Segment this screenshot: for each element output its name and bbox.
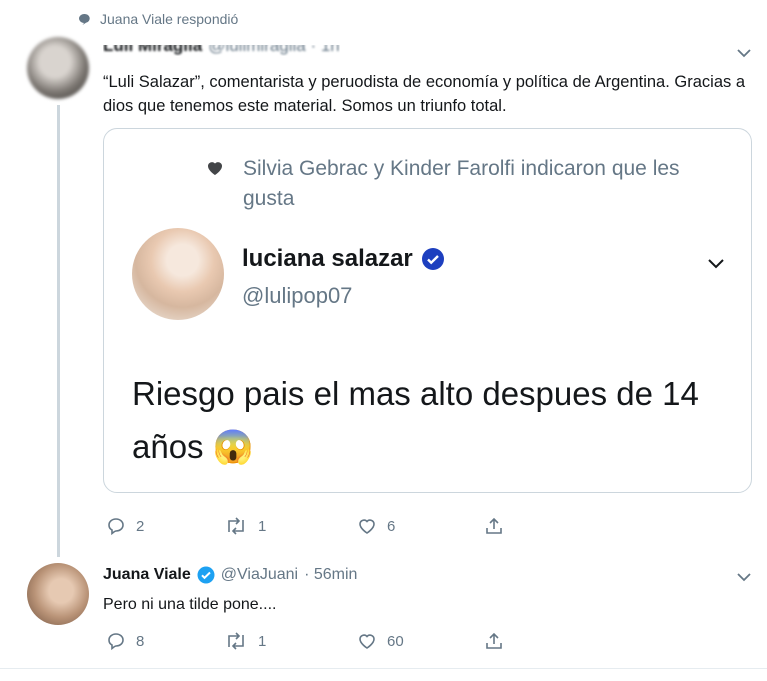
like-button[interactable]: 6 (357, 516, 484, 536)
tweet-time[interactable]: · 56min (304, 566, 357, 584)
quoted-avatar[interactable] (132, 228, 224, 320)
quoted-author: luciana salazar (242, 245, 445, 273)
author-name[interactable]: Juana Viale (103, 566, 191, 584)
heart-outline-icon (357, 631, 377, 651)
heart-outline-icon (357, 516, 377, 536)
author-name[interactable]: Luli Miraglia (103, 45, 202, 55)
share-icon (484, 516, 504, 536)
avatar[interactable] (27, 37, 89, 99)
tweet-header: Juana Viale @ViaJuani · 56min (103, 566, 357, 584)
reply-context: Juana Viale respondió (78, 11, 238, 27)
quoted-author-name[interactable]: luciana salazar (242, 245, 413, 273)
like-button[interactable]: 60 (357, 631, 484, 651)
quoted-tweet-text: Riesgo pais el mas alto despues de 14 añ… (132, 367, 722, 473)
tweet-actions: 8 1 60 (106, 631, 504, 651)
liked-by-text: Silvia Gebrac y Kinder Farolfi indicaron… (243, 157, 680, 210)
reply-context-text: Juana Viale respondió (100, 11, 239, 27)
share-button[interactable] (484, 516, 504, 536)
retweet-count: 1 (258, 517, 267, 535)
tweet-text: Pero ni una tilde pone.... (103, 596, 277, 613)
like-count: 6 (387, 517, 396, 535)
quoted-author-handle[interactable]: @lulipop07 (242, 283, 352, 309)
like-count: 60 (387, 632, 404, 650)
divider (0, 668, 767, 669)
reply-icon (106, 631, 126, 651)
verified-icon (197, 566, 215, 584)
tweet-text: “Luli Salazar”, comentarista y peruodist… (103, 73, 746, 115)
share-button[interactable] (484, 631, 504, 651)
speech-bubble-icon (78, 13, 90, 25)
retweet-button[interactable]: 1 (224, 516, 357, 536)
verified-icon (421, 247, 445, 271)
tweet-actions: 2 1 6 (106, 516, 504, 536)
chevron-down-icon[interactable] (735, 568, 753, 586)
tweet-header: Luli Miraglia @lulimiraglia · 1h (103, 45, 340, 56)
retweet-icon (224, 631, 248, 651)
share-icon (484, 631, 504, 651)
chevron-down-icon[interactable] (705, 252, 727, 274)
thread-line (57, 105, 60, 557)
reply-icon (106, 516, 126, 536)
reply-count: 8 (136, 632, 145, 650)
heart-icon (205, 158, 225, 214)
author-handle[interactable]: @ViaJuani (221, 566, 298, 584)
liked-by-context: Silvia Gebrac y Kinder Farolfi indicaron… (205, 154, 725, 214)
avatar[interactable] (27, 563, 89, 625)
retweet-icon (224, 516, 248, 536)
reply-count: 2 (136, 517, 145, 535)
retweet-button[interactable]: 1 (224, 631, 357, 651)
chevron-down-icon[interactable] (735, 44, 753, 62)
scream-emoji: 😱 (212, 428, 254, 465)
author-handle[interactable]: @lulimiraglia · 1h (208, 45, 340, 55)
retweet-count: 1 (258, 632, 267, 650)
reply-button[interactable]: 8 (106, 631, 224, 651)
reply-button[interactable]: 2 (106, 516, 224, 536)
